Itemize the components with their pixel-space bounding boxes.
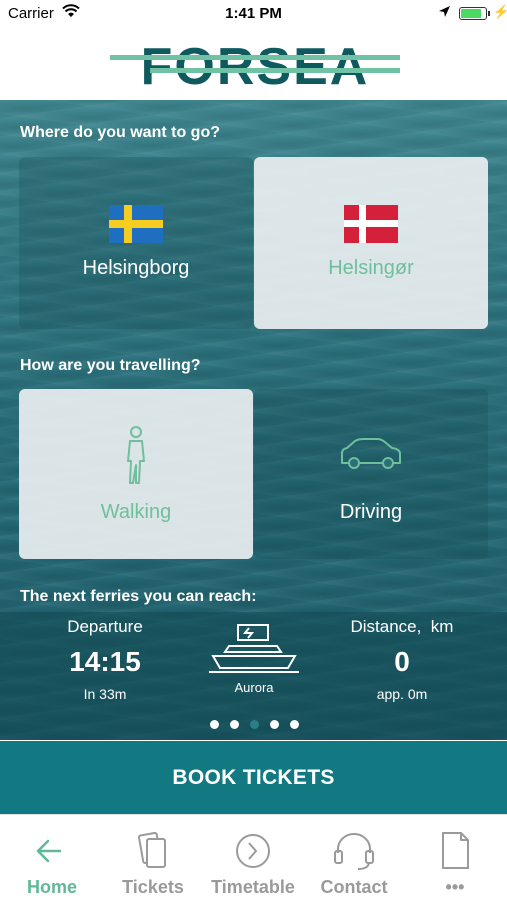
departure-label: Departure	[67, 617, 143, 636]
tab-label: •••	[445, 877, 465, 897]
walking-person-icon	[127, 426, 145, 484]
travel-mode-label: Walking	[100, 501, 172, 523]
travel-mode-label: Driving	[339, 501, 403, 523]
battery-icon	[459, 7, 490, 20]
next-ferry-card[interactable]: Departure 14:15 In 33m Aurora Distance, …	[0, 612, 507, 740]
denmark-flag-icon	[344, 205, 398, 243]
page-dot[interactable]	[270, 720, 279, 729]
travel-mode-walking[interactable]: Walking	[19, 389, 253, 559]
page-indicator[interactable]	[0, 720, 507, 730]
ferry-name: Aurora	[234, 680, 274, 695]
arrow-left-icon	[36, 839, 62, 863]
destination-heading: Where do you want to go?	[20, 124, 220, 141]
tab-tickets[interactable]: Tickets	[103, 815, 203, 900]
departure-time: 14:15	[69, 646, 141, 677]
departure-column: Departure 14:15 In 33m	[40, 612, 170, 712]
headset-icon	[334, 833, 374, 870]
destination-label: Helsingør	[328, 257, 414, 279]
distance-value: 0	[394, 646, 410, 677]
location-arrow-icon	[438, 5, 451, 22]
destination-helsingborg[interactable]: Helsingborg	[19, 157, 253, 329]
tab-contact[interactable]: Contact	[304, 815, 404, 900]
charging-icon: ⚡	[493, 4, 507, 19]
forsea-logo: FORSEA	[110, 38, 400, 94]
page-dot[interactable]	[290, 720, 299, 729]
app-header: FORSEA	[0, 28, 507, 100]
car-icon	[341, 438, 401, 469]
document-icon	[442, 832, 469, 869]
travel-mode-heading: How are you travelling?	[20, 357, 201, 374]
distance-label: Distance, km	[350, 617, 454, 636]
tickets-icon	[138, 831, 166, 868]
tab-more[interactable]: •••	[405, 815, 505, 900]
page-dot[interactable]	[210, 720, 219, 729]
ferries-heading: The next ferries you can reach:	[20, 588, 257, 605]
status-time: 1:41 PM	[225, 5, 282, 22]
logo-text: FORSEA	[141, 38, 370, 94]
book-tickets-button[interactable]: BOOK TICKETS	[0, 741, 507, 814]
tab-timetable[interactable]: Timetable	[203, 815, 303, 900]
destination-helsingor[interactable]: Helsingør	[254, 157, 488, 329]
destination-label: Helsingborg	[82, 257, 190, 279]
tab-bar: Home Tickets Timetable Contact •••	[0, 814, 507, 900]
clock-icon	[236, 834, 270, 868]
distance-column: Distance, km 0 app. 0m	[333, 612, 471, 712]
sweden-flag-icon	[109, 205, 163, 243]
tab-home[interactable]: Home	[2, 815, 102, 900]
ferry-column: Aurora	[194, 612, 314, 712]
page-dot[interactable]	[230, 720, 239, 729]
ferry-icon	[209, 624, 299, 673]
distance-approx: app. 0m	[376, 686, 428, 702]
sea-background: Where do you want to go? Helsingborg Hel…	[0, 100, 507, 740]
status-bar: Carrier 1:41 PM ⚡	[0, 0, 507, 28]
travel-mode-driving[interactable]: Driving	[254, 389, 488, 559]
page-dot[interactable]	[250, 720, 259, 729]
departure-countdown: In 33m	[83, 686, 127, 702]
